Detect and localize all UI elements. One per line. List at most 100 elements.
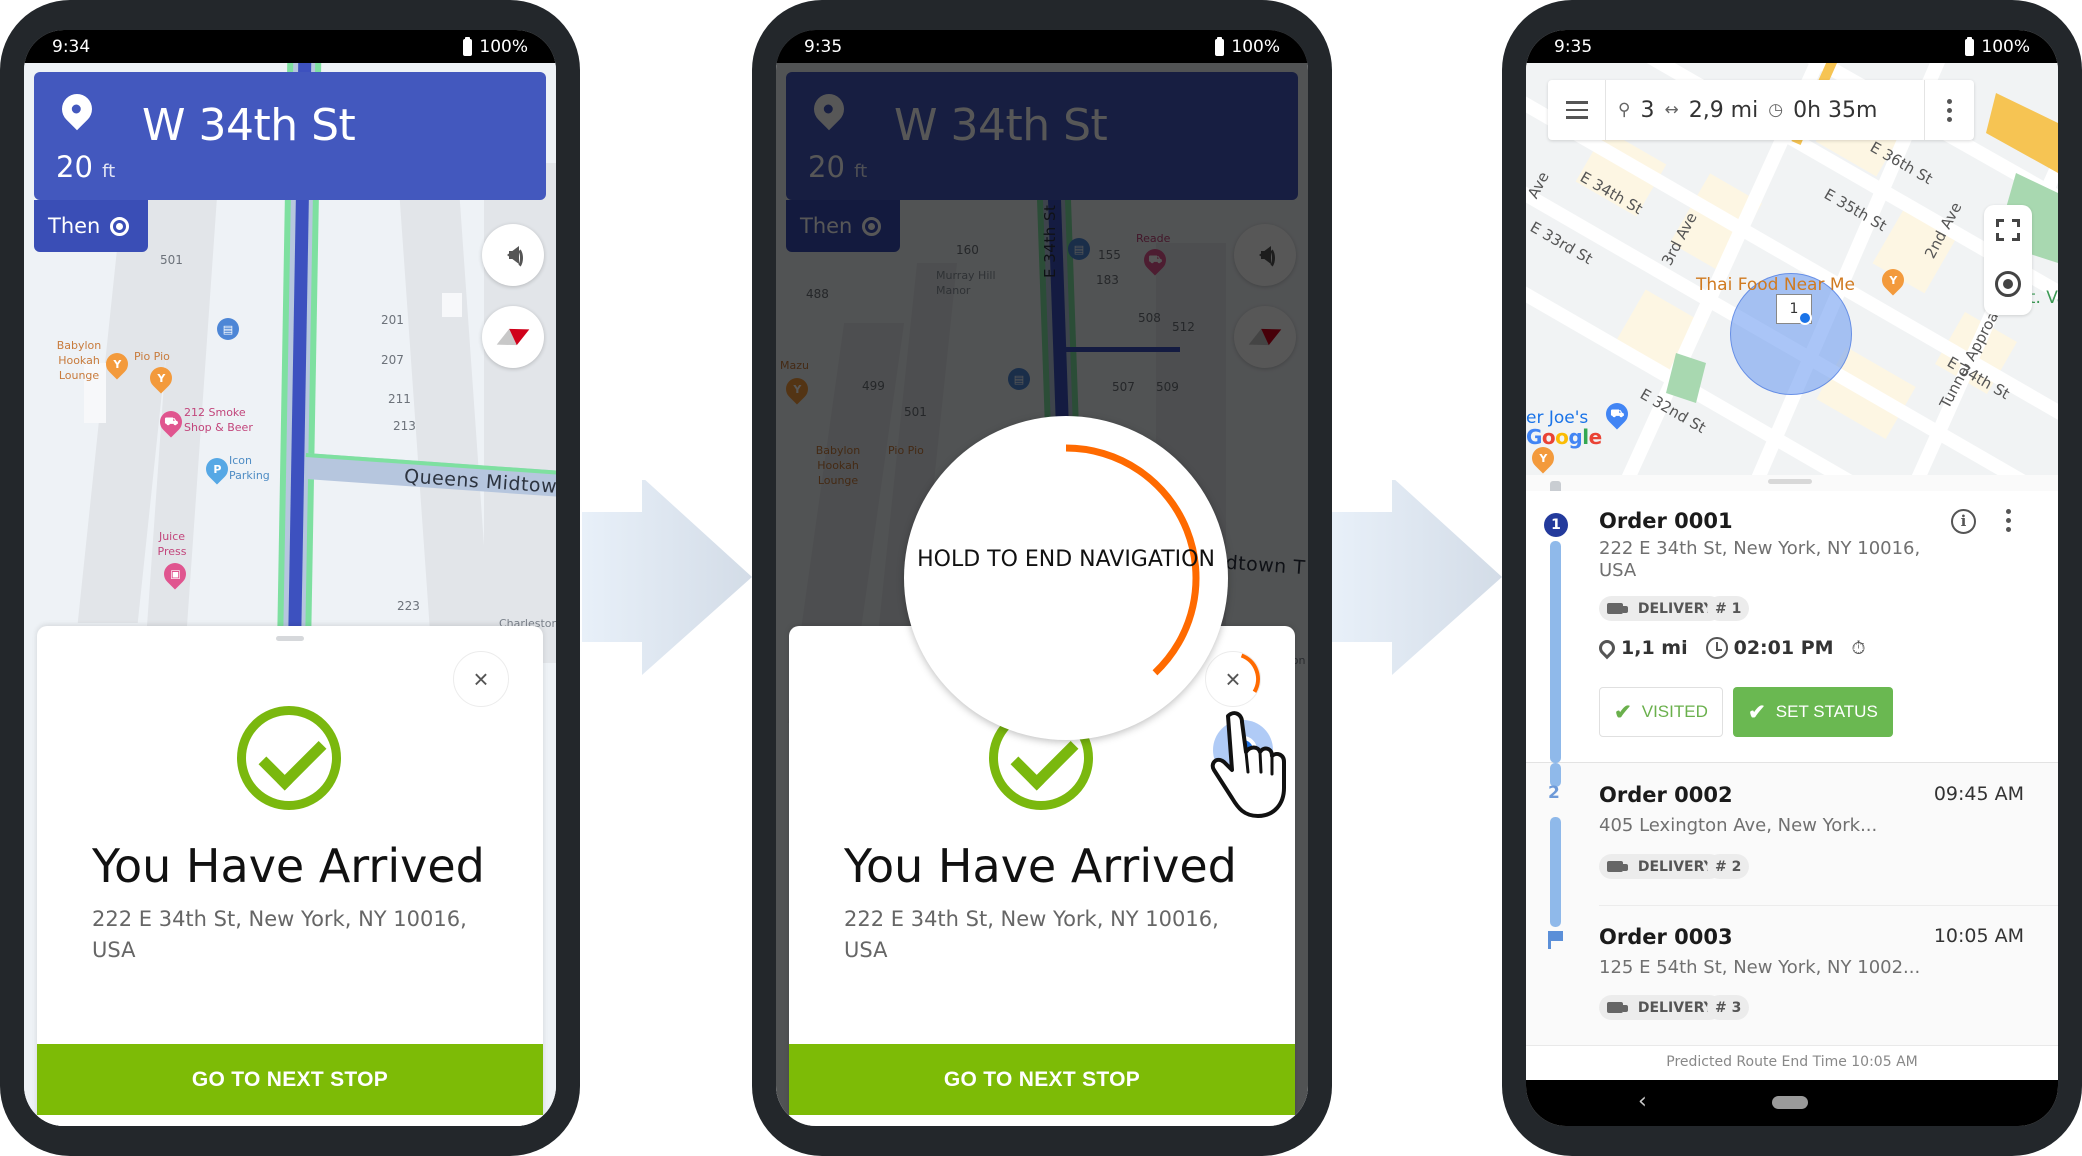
destination-pin-icon xyxy=(55,87,99,131)
hold-progress-arc xyxy=(1065,444,1200,676)
order-tag-chip: # 1 xyxy=(1707,596,1750,621)
maneuver-street: W 34th St xyxy=(142,100,356,151)
destination-pin-icon xyxy=(807,87,851,131)
address-number: 160 xyxy=(956,243,979,257)
stops-count: 3 xyxy=(1640,97,1655,123)
speaker-icon xyxy=(507,246,523,269)
right-arrow-icon xyxy=(582,480,752,675)
distance-icon: ↔ xyxy=(1664,100,1679,120)
order-address: 405 Lexington Ave, New York... xyxy=(1599,815,1878,836)
poi-label: Murray Hill Manor xyxy=(936,269,996,297)
poi-label: er Joe's xyxy=(1526,408,1589,428)
status-bar: 9:35 100% xyxy=(1526,30,2058,63)
order-card[interactable]: 1 Order 0001 222 E 34th St, New York, NY… xyxy=(1526,491,2058,763)
poi-label: 212 Smoke Shop & Beer xyxy=(184,406,253,434)
poi-label: Reade xyxy=(1136,232,1171,245)
panel-drag-handle[interactable] xyxy=(1768,479,1812,484)
destination-target-icon xyxy=(862,216,882,236)
phone-screen: 9:35 100% E 34th St s Midtown T 160 155 … xyxy=(776,30,1308,1126)
predicted-end-time: Predicted Route End Time 10:05 AM xyxy=(1526,1045,2058,1080)
address-number: 508 xyxy=(1138,311,1161,325)
address-number: 211 xyxy=(388,392,411,406)
poi-label: Babylon Hookah Lounge xyxy=(815,444,861,487)
street-label: E 34th St xyxy=(1041,204,1059,278)
info-icon[interactable]: i xyxy=(1951,509,1976,534)
address-number: 488 xyxy=(806,287,829,301)
bus-stop-icon[interactable]: ▤ xyxy=(217,318,239,340)
volume-button[interactable] xyxy=(482,224,544,286)
visited-button[interactable]: ✔ VISITED xyxy=(1599,687,1723,737)
go-to-next-stop-button[interactable]: GO TO NEXT STOP xyxy=(789,1044,1295,1115)
maneuver-distance: 20 ft xyxy=(56,150,116,184)
order-card[interactable]: Order 0003 10:05 AM 125 E 54th St, New Y… xyxy=(1526,905,2058,1020)
bus-stop-icon[interactable]: ▤ xyxy=(1068,238,1090,260)
then-indicator: Then xyxy=(786,200,900,252)
parking-pin-icon[interactable]: P xyxy=(201,453,233,485)
timer-icon[interactable]: ⏱ xyxy=(1852,638,1866,659)
more-options-button[interactable] xyxy=(1924,80,1974,140)
phone-screen: 9:34 100% Queens Midtown 501 201 207 211… xyxy=(24,30,556,1126)
destination-target-icon xyxy=(110,216,130,236)
home-pill[interactable] xyxy=(1772,1096,1808,1109)
right-arrow-icon xyxy=(1332,480,1502,675)
order-type-chip: DELIVERY xyxy=(1599,995,1722,1020)
arrival-title: You Have Arrived xyxy=(92,839,485,893)
compass-button[interactable] xyxy=(1234,306,1296,368)
then-indicator: Then xyxy=(34,200,148,252)
poi-label: Icon Parking xyxy=(229,454,270,482)
go-to-next-stop-button[interactable]: GO TO NEXT STOP xyxy=(37,1044,543,1115)
battery-icon xyxy=(1965,36,1975,56)
battery-icon xyxy=(1215,36,1225,56)
distance-pin-icon xyxy=(1595,636,1619,660)
maneuver-banner: 20 ft W 34th St xyxy=(786,72,1298,200)
order-type-chip: DELIVERY xyxy=(1599,854,1722,879)
google-logo: Google xyxy=(1526,425,1602,449)
fullscreen-icon[interactable] xyxy=(1996,219,2020,241)
back-icon[interactable]: ‹ xyxy=(1638,1089,1647,1114)
truck-icon xyxy=(1607,861,1628,872)
truck-icon xyxy=(1607,603,1628,614)
map-building xyxy=(442,293,462,317)
order-tag-chip: # 3 xyxy=(1707,995,1750,1020)
status-bar: 9:34 100% xyxy=(24,30,556,63)
sheet-drag-handle[interactable] xyxy=(276,636,304,641)
poi-label: Juice Press xyxy=(157,530,187,558)
status-time: 9:34 xyxy=(52,37,91,57)
battery-icon xyxy=(463,36,473,56)
status-time: 9:35 xyxy=(804,37,843,57)
phone-hold-to-end: 9:35 100% E 34th St s Midtown T 160 155 … xyxy=(752,0,1332,1156)
order-name: Order 0003 xyxy=(1599,925,1733,949)
address-number: 201 xyxy=(381,313,404,327)
bus-stop-icon[interactable]: ▤ xyxy=(1008,368,1030,390)
hold-to-end-dialog[interactable]: HOLD TO END NAVIGATION xyxy=(904,416,1228,740)
route-summary-bar: ⚲ 3 ↔ 2,9 mi ◷ 0h 35m xyxy=(1548,80,1974,140)
compass-button[interactable] xyxy=(482,306,544,368)
my-location-icon[interactable] xyxy=(1995,271,2021,297)
menu-button[interactable] xyxy=(1548,80,1606,140)
check-icon: ✔ xyxy=(1748,700,1766,724)
truck-icon xyxy=(1607,1002,1628,1013)
battery-level: 100% xyxy=(479,37,528,57)
volume-button[interactable] xyxy=(1234,224,1296,286)
address-number: 501 xyxy=(160,253,183,267)
order-name: Order 0001 xyxy=(1599,509,1733,533)
order-tag-chip: # 2 xyxy=(1707,854,1750,879)
restaurant-pin-icon[interactable]: Y xyxy=(781,373,813,405)
order-card[interactable]: 2 Order 0002 09:45 AM 405 Lexington Ave,… xyxy=(1526,763,2058,927)
route-distance: 2,9 mi xyxy=(1688,97,1759,123)
maneuver-street: W 34th St xyxy=(894,100,1108,151)
divider xyxy=(1599,905,2058,906)
orders-list: 1 Order 0001 222 E 34th St, New York, NY… xyxy=(1526,475,2058,1045)
arrival-address: 222 E 34th St, New York, NY 10016, USA xyxy=(844,907,1219,962)
arrival-address: 222 E 34th St, New York, NY 10016, USA xyxy=(92,907,467,962)
set-status-button[interactable]: ✔ SET STATUS xyxy=(1733,687,1893,737)
address-number: 512 xyxy=(1172,320,1195,334)
order-eta: 09:45 AM xyxy=(1933,783,2024,805)
then-label: Then xyxy=(48,214,101,238)
poi-label: Pio Pio xyxy=(134,350,170,363)
clock-icon xyxy=(1705,637,1728,659)
order-more-button[interactable] xyxy=(2006,509,2011,532)
close-button[interactable]: × xyxy=(453,651,509,707)
phone-route-list: 9:35 100% E 34th St E 33rd St 3rd Ave E … xyxy=(1502,0,2082,1156)
order-address: 125 E 54th St, New York, NY 1002... xyxy=(1599,957,1921,978)
